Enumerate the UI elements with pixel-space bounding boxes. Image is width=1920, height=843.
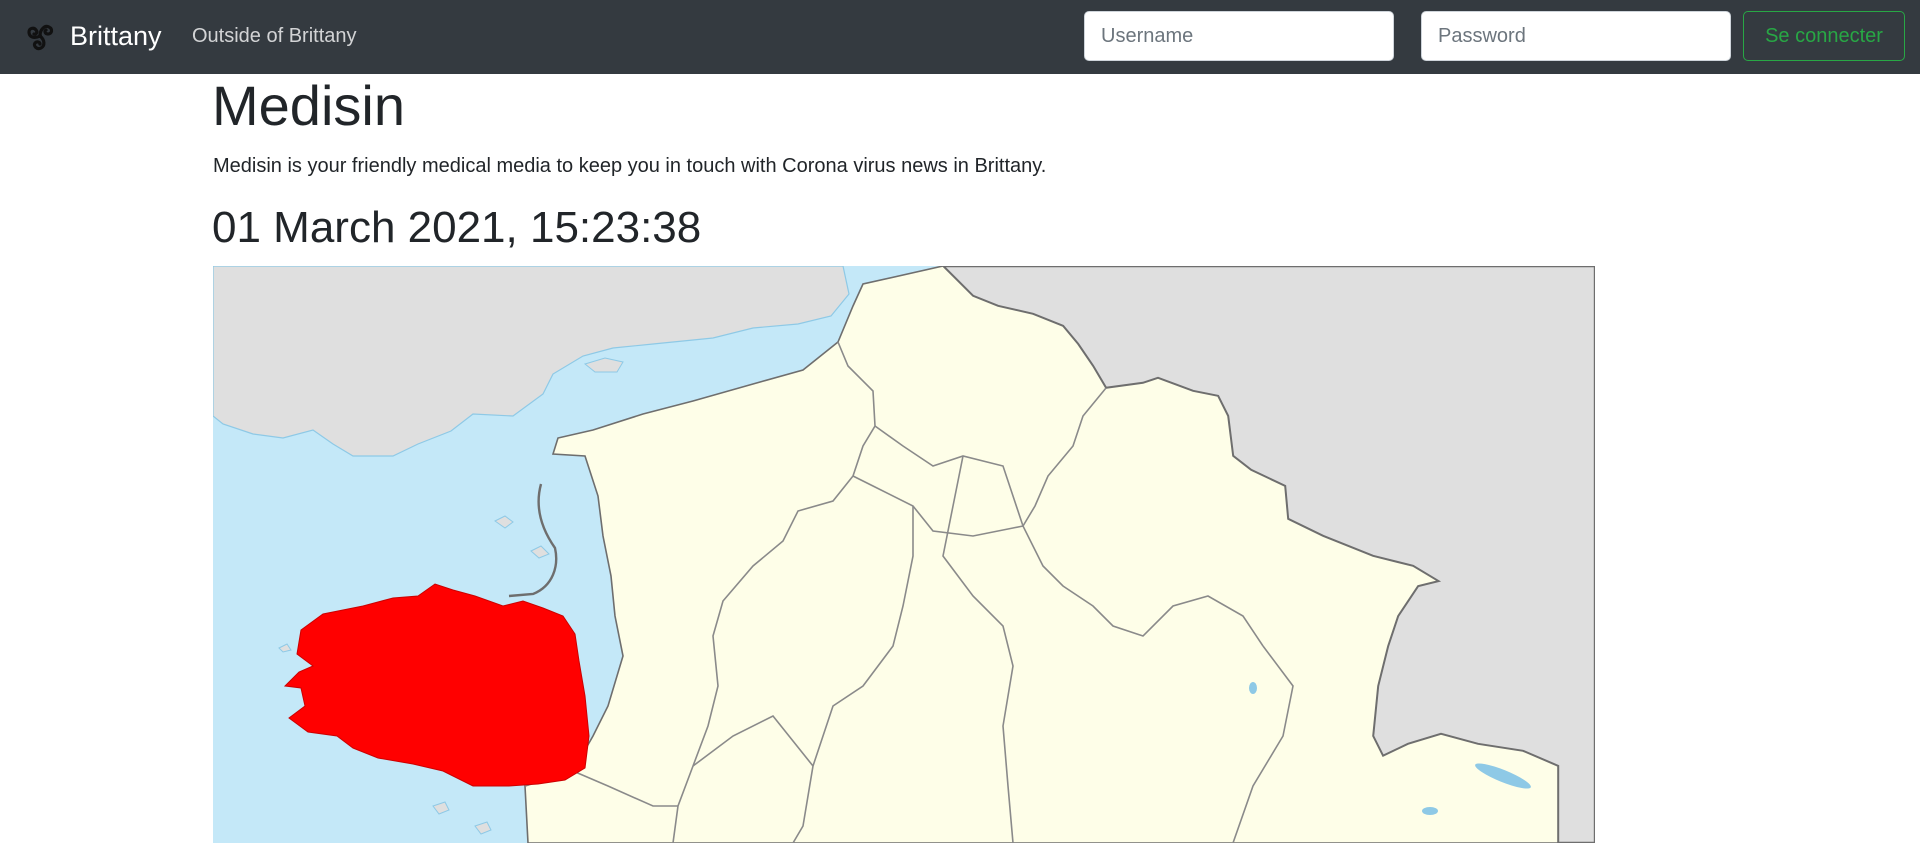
password-field[interactable] xyxy=(1421,11,1731,61)
region-map xyxy=(213,266,1595,843)
page-lead: Medisin is your friendly medical media t… xyxy=(213,155,1047,177)
map-svg xyxy=(213,266,1595,843)
page-title: Medisin xyxy=(212,74,405,137)
nav-link-outside-brittany[interactable]: Outside of Brittany xyxy=(192,24,357,48)
navbar: Brittany Outside of Brittany Se connecte… xyxy=(0,0,1920,74)
brand-link[interactable]: Brittany xyxy=(20,15,162,57)
current-datetime: 01 March 2021, 15:23:38 xyxy=(212,203,702,252)
username-field[interactable] xyxy=(1084,11,1394,61)
brand-label: Brittany xyxy=(70,20,162,51)
triskelion-icon xyxy=(27,24,54,51)
connect-button[interactable]: Se connecter xyxy=(1743,11,1905,61)
